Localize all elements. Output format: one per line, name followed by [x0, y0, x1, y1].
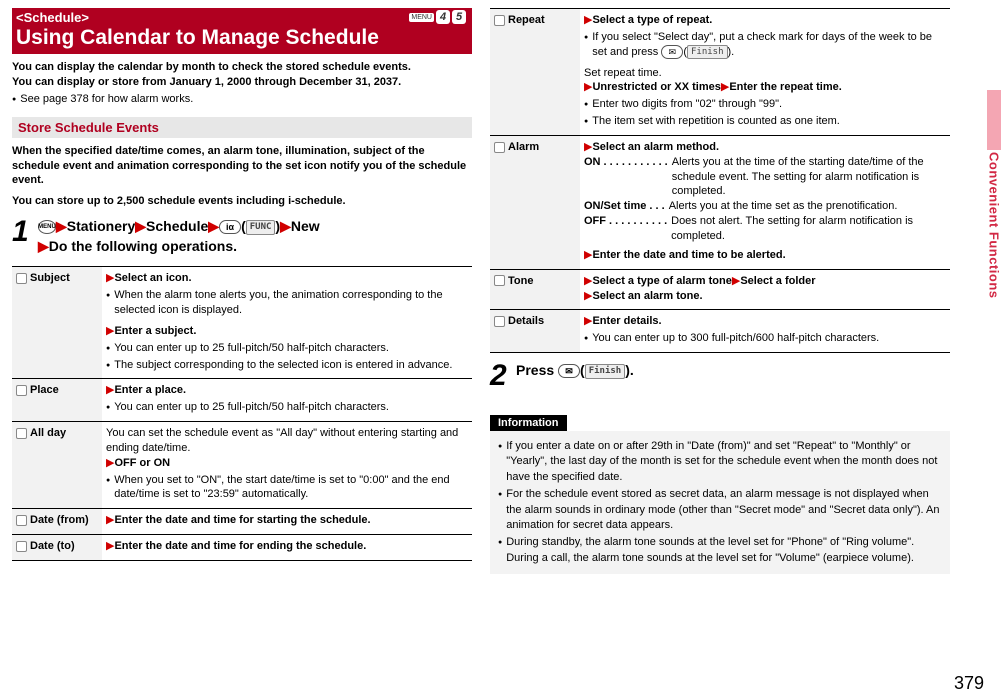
- section-header: <Schedule> Using Calendar to Manage Sche…: [12, 8, 472, 54]
- row-repeat-label: Repeat: [490, 9, 580, 136]
- row-place-desc: ▶Enter a place. You can enter up to 25 f…: [102, 379, 472, 422]
- step-2-body: Press ✉(Finish).: [516, 361, 634, 391]
- row-datefrom-desc: ▶Enter the date and time for starting th…: [102, 509, 472, 535]
- place-icon: [16, 385, 27, 396]
- step-1-do-ops: Do the following operations.: [49, 238, 237, 254]
- arrow-icon: ▶: [56, 218, 67, 234]
- subsection-intro-1: When the specified date/time comes, an a…: [12, 144, 472, 189]
- step-1-number: 1: [12, 217, 32, 256]
- repeat-icon: [494, 15, 505, 26]
- row-details-desc: ▶Enter details. You can enter up to 300 …: [580, 310, 950, 353]
- arrow-icon: ▶: [208, 218, 219, 234]
- iappli-key-icon: iα: [219, 220, 241, 234]
- header-shortcut-icons: MENU 4 5: [409, 10, 466, 24]
- row-dateto-desc: ▶Enter the date and time for ending the …: [102, 535, 472, 561]
- side-tab-label: Convenient Functions: [987, 152, 1002, 299]
- intro-bullet-1: See page 378 for how alarm works.: [12, 92, 472, 107]
- step-2-number: 2: [490, 361, 510, 391]
- tone-icon: [494, 275, 505, 286]
- step-1-body: MENU▶Stationery▶Schedule▶iα(FUNC)▶New ▶D…: [38, 217, 320, 256]
- step-1-schedule: Schedule: [146, 218, 208, 234]
- finish-softkey-label: Finish: [687, 45, 728, 59]
- row-repeat-desc: ▶Select a type of repeat. If you select …: [580, 9, 950, 136]
- step-1-stationery: Stationery: [67, 218, 135, 234]
- operations-table-right: Repeat ▶Select a type of repeat. If you …: [490, 8, 950, 353]
- step-1-new: New: [291, 218, 320, 234]
- allday-icon: [16, 428, 27, 439]
- func-softkey-label: FUNC: [246, 220, 276, 235]
- row-allday-label: All day: [12, 422, 102, 509]
- menu-key-icon: MENU: [409, 13, 434, 22]
- row-allday-desc: You can set the schedule event as "All d…: [102, 422, 472, 509]
- shortcut-digit-4: 4: [436, 10, 450, 24]
- row-place-label: Place: [12, 379, 102, 422]
- subject-icon: [16, 273, 27, 284]
- information-box: If you enter a date on or after 29th in …: [490, 431, 950, 574]
- row-subject-label: Subject: [12, 267, 102, 379]
- row-alarm-desc: ▶Select an alarm method. ON . . . . . . …: [580, 135, 950, 269]
- arrow-icon: ▶: [135, 218, 146, 234]
- dateto-icon: [16, 541, 27, 552]
- intro-block: You can display the calendar by month to…: [12, 60, 472, 107]
- row-datefrom-label: Date (from): [12, 509, 102, 535]
- step-2: 2 Press ✉(Finish).: [490, 361, 950, 391]
- header-title: Using Calendar to Manage Schedule: [16, 25, 468, 50]
- row-subject-desc: ▶Select an icon. When the alarm tone ale…: [102, 267, 472, 379]
- row-tone-desc: ▶Select a type of alarm tone▶Select a fo…: [580, 269, 950, 310]
- alarm-icon: [494, 142, 505, 153]
- mail-key-icon: ✉: [558, 364, 580, 378]
- subsection-intro-2: You can store up to 2,500 schedule event…: [12, 194, 472, 209]
- row-tone-label: Tone: [490, 269, 580, 310]
- shortcut-digit-5: 5: [452, 10, 466, 24]
- finish-softkey-label: Finish: [585, 364, 626, 379]
- intro-line-1: You can display the calendar by month to…: [12, 60, 472, 75]
- row-alarm-label: Alarm: [490, 135, 580, 269]
- step-1: 1 MENU▶Stationery▶Schedule▶iα(FUNC)▶New …: [12, 217, 472, 256]
- intro-line-2: You can display or store from January 1,…: [12, 75, 472, 90]
- row-dateto-label: Date (to): [12, 535, 102, 561]
- side-tab-color-block: [987, 90, 1001, 150]
- datefrom-icon: [16, 515, 27, 526]
- menu-key-icon: MENU: [38, 220, 56, 234]
- chapter-side-tab: Convenient Functions: [984, 90, 1004, 299]
- arrow-icon: ▶: [280, 218, 291, 234]
- header-tag: <Schedule>: [16, 10, 468, 25]
- details-icon: [494, 316, 505, 327]
- operations-table-left: Subject ▶Select an icon. When the alarm …: [12, 266, 472, 561]
- page-number: 379: [954, 673, 984, 694]
- subsection-bar: Store Schedule Events: [12, 117, 472, 138]
- mail-key-icon: ✉: [661, 45, 683, 59]
- information-heading: Information: [490, 415, 567, 431]
- row-details-label: Details: [490, 310, 580, 353]
- arrow-icon: ▶: [38, 238, 49, 254]
